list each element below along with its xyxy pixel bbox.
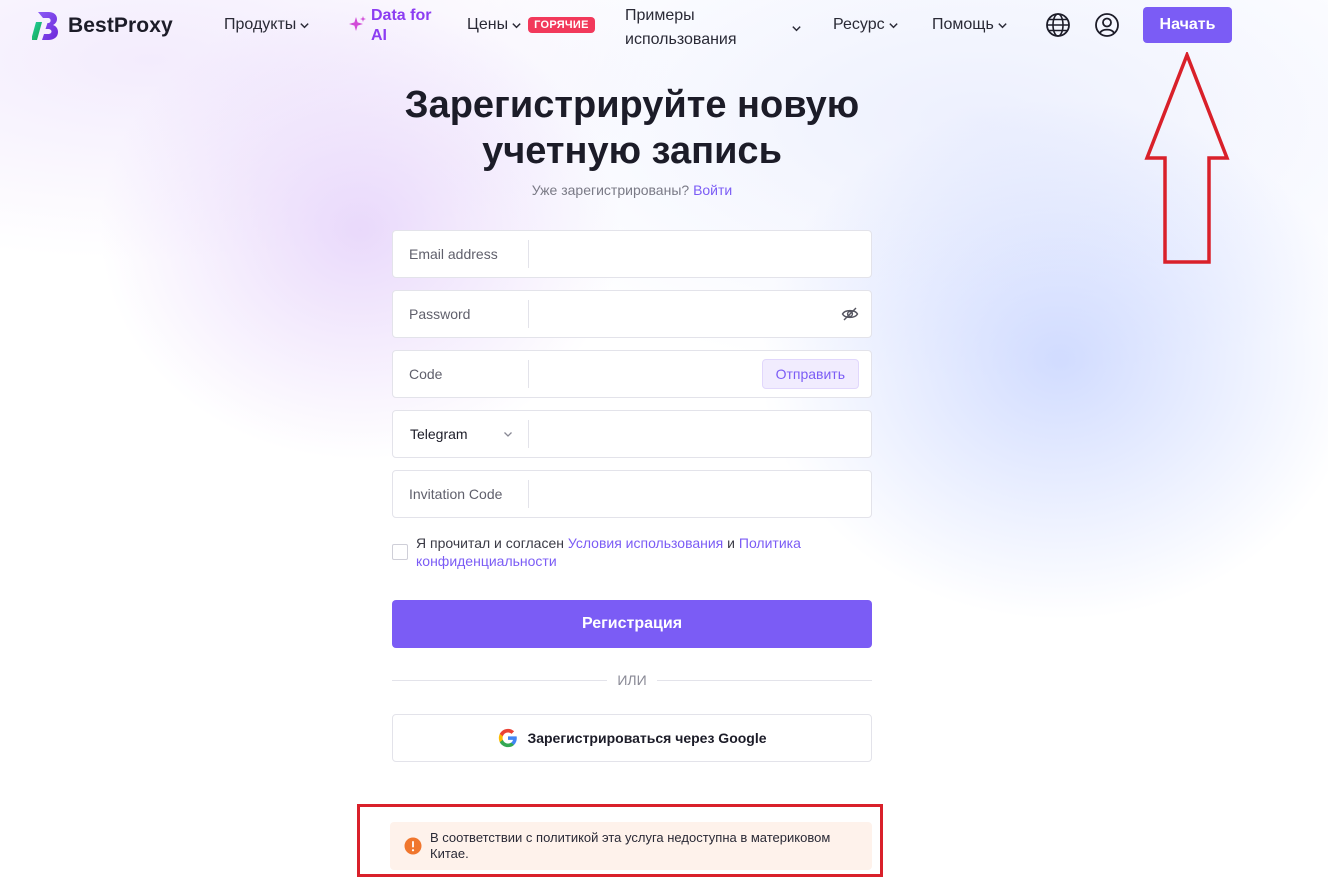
google-icon — [499, 728, 518, 748]
login-link[interactable]: Войти — [693, 182, 732, 198]
nav-use-cases-label: Примеры использования — [625, 7, 737, 48]
bestproxy-logo-icon — [32, 12, 58, 40]
page-title: Зарегистрируйте новую учетную запись — [404, 84, 860, 172]
login-prompt: Уже зарегистрированы? Войти — [332, 182, 932, 198]
email-label: Email address — [393, 240, 529, 268]
eye-off-icon[interactable] — [841, 305, 859, 323]
invitation-code-label: Invitation Code — [393, 480, 529, 508]
agreement-checkbox[interactable] — [392, 544, 408, 560]
nav-ai-label: Data for AI — [371, 7, 432, 44]
email-field: Email address — [392, 230, 872, 278]
nav-prices-label: Цены — [467, 16, 509, 33]
hot-badge: ГОРЯЧИЕ — [528, 17, 595, 33]
invitation-code-input[interactable] — [529, 471, 871, 517]
already-registered-text: Уже зарегистрированы? — [531, 182, 690, 198]
code-field: Code Отправить — [392, 350, 872, 398]
chevron-down-icon — [998, 22, 1007, 28]
email-input[interactable] — [529, 231, 871, 277]
register-button[interactable]: Регистрация — [392, 600, 872, 648]
nav-products-label: Продукты — [224, 16, 297, 33]
brand-logo[interactable]: BestProxy — [32, 10, 173, 42]
divider-text: ИЛИ — [617, 672, 647, 688]
brand-name: BestProxy — [68, 14, 173, 37]
google-signup-button[interactable]: Зарегистрироваться через Google — [392, 714, 872, 762]
send-code-button[interactable]: Отправить — [761, 359, 859, 389]
or-divider: ИЛИ — [392, 672, 872, 688]
nav-resource-label: Ресурс — [833, 16, 885, 33]
password-field: Password — [392, 290, 872, 338]
password-input[interactable] — [529, 291, 841, 337]
nav-help-label: Помощь — [932, 16, 994, 33]
nav-products[interactable]: Продукты — [224, 16, 310, 34]
chevron-down-icon — [300, 22, 309, 28]
chevron-down-icon — [888, 22, 898, 28]
nav-help[interactable]: Помощь — [932, 16, 1008, 34]
chevron-down-icon — [512, 22, 521, 28]
sparkle-icon — [349, 16, 366, 31]
agreement-prefix: Я прочитал и согласен — [416, 535, 564, 551]
nav-prices[interactable]: Цены ГОРЯЧИЕ — [467, 16, 595, 34]
terms-link[interactable]: Условия использования — [568, 535, 723, 551]
google-signup-label: Зарегистрироваться через Google — [527, 730, 767, 746]
annotation-highlight-box — [357, 804, 883, 877]
messenger-field: Telegram — [392, 410, 872, 458]
nav-use-cases[interactable]: Примеры использования — [625, 4, 805, 52]
messenger-select[interactable]: Telegram — [393, 420, 529, 448]
annotation-arrow-icon — [1144, 52, 1230, 264]
divider-line-right — [656, 679, 872, 681]
agreement-row: Я прочитал и согласен Условия использова… — [392, 534, 872, 570]
agreement-text: Я прочитал и согласен Условия использова… — [416, 534, 872, 570]
nav-data-for-ai[interactable]: Data for AI — [347, 6, 443, 46]
invitation-code-field: Invitation Code — [392, 470, 872, 518]
start-button[interactable]: Начать — [1143, 7, 1232, 43]
top-navigation-bar: BestProxy Продукты Data for AI Цены ГОРЯ… — [0, 0, 1328, 52]
messenger-input[interactable] — [529, 411, 871, 457]
nav-resource[interactable]: Ресурс — [833, 16, 899, 34]
chevron-down-icon — [792, 25, 801, 31]
globe-icon[interactable] — [1045, 12, 1071, 38]
messenger-selected-value: Telegram — [410, 426, 468, 442]
code-label: Code — [393, 360, 529, 388]
code-input[interactable] — [529, 351, 762, 397]
agreement-and: и — [727, 535, 735, 551]
divider-line-left — [392, 679, 608, 681]
user-icon[interactable] — [1094, 12, 1120, 38]
chevron-down-icon — [504, 432, 512, 437]
password-label: Password — [393, 300, 529, 328]
